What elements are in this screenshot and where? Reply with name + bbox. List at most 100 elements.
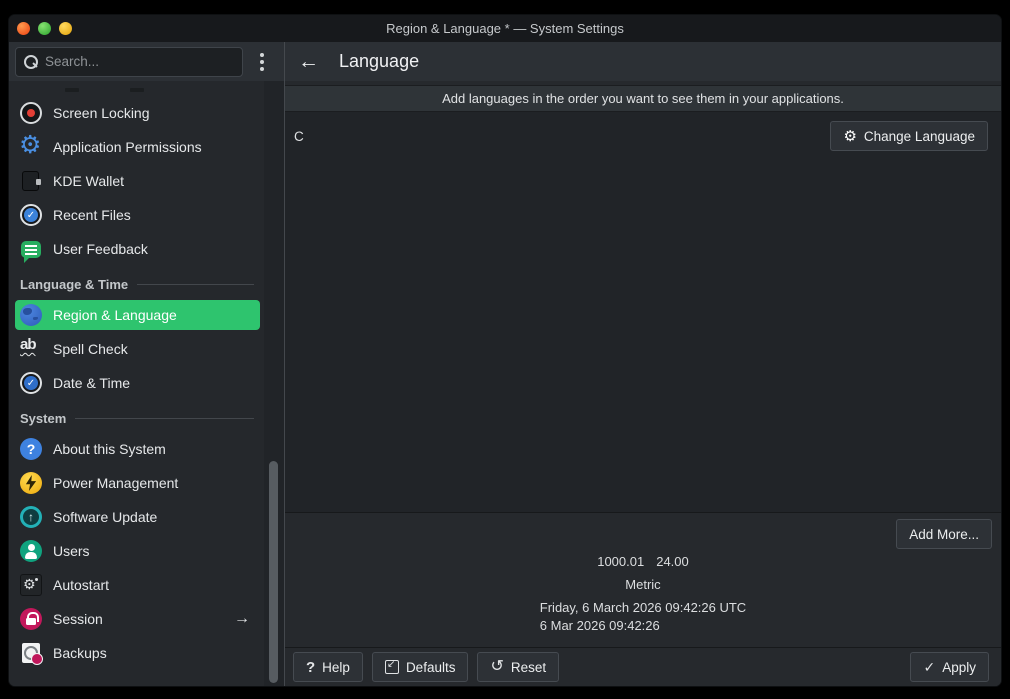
minimize-button[interactable] (59, 22, 72, 35)
sidebar-item-label: Backups (53, 645, 107, 661)
recent-files-icon (20, 204, 42, 226)
back-button[interactable] (298, 50, 322, 74)
defaults-button-label: Defaults (406, 660, 456, 675)
apply-button-label: Apply (942, 660, 976, 675)
users-icon (20, 540, 42, 562)
help-button-label: Help (322, 660, 350, 675)
sidebar-item-label: Date & Time (53, 375, 130, 391)
software-update-icon (20, 506, 42, 528)
language-list-item[interactable]: C ⚙ Change Language (285, 112, 1001, 160)
help-button[interactable]: Help (293, 652, 363, 682)
sidebar-item-user-feedback[interactable]: User Feedback (15, 234, 260, 264)
sidebar-item-users[interactable]: Users (15, 536, 260, 566)
sidebar-item-screen-locking[interactable]: Screen Locking (15, 98, 260, 128)
reset-icon (490, 659, 503, 675)
apply-icon (923, 659, 935, 676)
sidebar-item-label: Recent Files (53, 207, 131, 223)
sidebar-item-backups[interactable]: Backups (15, 638, 260, 668)
help-icon (306, 659, 315, 676)
application-permissions-icon (20, 136, 42, 158)
maximize-button[interactable] (38, 22, 51, 35)
change-language-button[interactable]: ⚙ Change Language (830, 121, 988, 151)
add-more-button-label: Add More... (909, 527, 979, 542)
main-content: Add languages in the order you want to s… (285, 81, 1001, 686)
language-list: C ⚙ Change Language (285, 112, 1001, 512)
instruction-banner: Add languages in the order you want to s… (285, 85, 1001, 112)
section-divider (75, 418, 254, 419)
sidebar-item-label: Spell Check (53, 341, 128, 357)
sidebar-item-label: KDE Wallet (53, 173, 124, 189)
about-this-system-icon (20, 438, 42, 460)
change-language-button-label: Change Language (864, 129, 975, 144)
sidebar-item-application-permissions[interactable]: Application Permissions (15, 132, 260, 162)
reset-button-label: Reset (511, 660, 546, 675)
window-title: Region & Language * — System Settings (9, 21, 1001, 36)
sidebar-scrollbar-track[interactable] (264, 81, 285, 686)
toolbar: Language (9, 42, 1001, 81)
section-header-label: Language & Time (20, 277, 128, 292)
backups-icon (22, 643, 40, 663)
session-icon (20, 608, 42, 630)
add-more-button[interactable]: Add More... (896, 519, 992, 549)
sidebar-item-session[interactable]: Session → (15, 604, 260, 634)
apply-button[interactable]: Apply (910, 652, 989, 682)
close-button[interactable] (17, 22, 30, 35)
section-header-label: System (20, 411, 66, 426)
sidebar-item-label: Autostart (53, 577, 109, 593)
search-input[interactable] (45, 54, 234, 69)
system-settings-window: Region & Language * — System Settings La… (8, 14, 1002, 687)
datetime-examples: Friday, 6 March 2026 09:42:26 UTC 6 Mar … (540, 599, 746, 635)
sidebar-item-label: Session (53, 611, 103, 627)
defaults-icon (385, 660, 399, 674)
sidebar-item-recent-files[interactable]: Recent Files (15, 200, 260, 230)
overflow-menu-icon[interactable] (253, 51, 271, 73)
kde-wallet-icon (22, 171, 39, 191)
long-datetime-example: Friday, 6 March 2026 09:42:26 UTC (540, 599, 746, 617)
sidebar-item-date-time[interactable]: Date & Time (15, 368, 260, 398)
desktop-background: Region & Language * — System Settings La… (0, 0, 1010, 699)
spell-check-icon (20, 338, 42, 360)
section-header-system: System (20, 408, 258, 428)
sidebar-item-autostart[interactable]: Autostart (15, 570, 260, 600)
titlebar[interactable]: Region & Language * — System Settings (9, 15, 1001, 42)
sidebar-item-label: Region & Language (53, 307, 177, 323)
sidebar-item-kde-wallet[interactable]: KDE Wallet (15, 166, 260, 196)
window-controls (9, 22, 72, 35)
number-format-example: 1000.01 24.00 (285, 553, 1001, 571)
gear-icon: ⚙ (843, 129, 856, 144)
number-example: 1000.01 (597, 554, 644, 569)
page-header: Language (285, 50, 1001, 74)
measurement-example: Metric (285, 576, 1001, 594)
search-box[interactable] (15, 47, 243, 77)
sidebar-item-software-update[interactable]: Software Update (15, 502, 260, 532)
sidebar-item-label: About this System (53, 441, 166, 457)
sidebar-item-label: User Feedback (53, 241, 148, 257)
sidebar-item-label: Power Management (53, 475, 178, 491)
time-number-example: 24.00 (656, 554, 689, 569)
sidebar-scrollbar-thumb[interactable] (269, 461, 278, 683)
defaults-button[interactable]: Defaults (372, 652, 469, 682)
sidebar-item-spell-check[interactable]: Spell Check (15, 334, 260, 364)
reset-button[interactable]: Reset (477, 652, 559, 682)
sidebar-item-label: Screen Locking (53, 105, 150, 121)
screen-locking-icon (20, 102, 42, 124)
section-divider (137, 284, 254, 285)
sidebar-item-partial[interactable] (15, 86, 260, 93)
sidebar-item-about-this-system[interactable]: About this System (15, 434, 260, 464)
section-header-language-time: Language & Time (20, 274, 258, 294)
window-body: Screen Locking Application Permissions KDE… (9, 81, 1001, 686)
footer-bar: Help Defaults Reset Apply (285, 647, 1001, 686)
sidebar-item-region-language[interactable]: Region & Language (15, 300, 260, 330)
format-examples-panel: Add More... 1000.01 24.00 Metric Friday, … (285, 512, 1001, 647)
page-title: Language (339, 51, 419, 72)
sidebar-item-power-management[interactable]: Power Management (15, 468, 260, 498)
date-time-icon (20, 372, 42, 394)
submenu-arrow-icon: → (234, 610, 250, 628)
language-name: C (294, 129, 304, 144)
sidebar-item-label: Application Permissions (53, 139, 202, 155)
sidebar-item-label: Users (53, 543, 90, 559)
search-icon (24, 55, 38, 69)
region-language-icon (20, 304, 42, 326)
sidebar-toolbar (9, 42, 285, 81)
power-management-icon (20, 472, 42, 494)
